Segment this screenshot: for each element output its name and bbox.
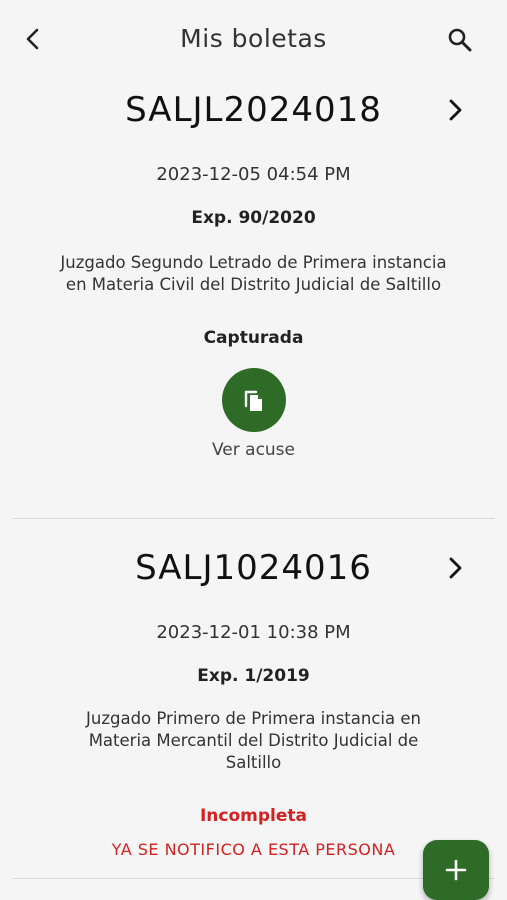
- search-button[interactable]: [444, 24, 476, 56]
- app-bar: Mis boletas: [0, 0, 507, 80]
- page-title: Mis boletas: [180, 24, 327, 53]
- boleta-datetime: 2023-12-01 10:38 PM: [156, 622, 351, 643]
- court-line: en Materia Civil del Distrito Judicial d…: [65, 275, 442, 294]
- boleta-expediente: Exp. 90/2020: [191, 208, 316, 228]
- ver-acuse-button[interactable]: [222, 368, 286, 432]
- boleta-court: Juzgado Segundo Letrado de Primera insta…: [20, 252, 487, 296]
- court-line: Juzgado Segundo Letrado de Primera insta…: [60, 253, 447, 272]
- search-icon: [448, 28, 472, 52]
- divider: [12, 518, 495, 519]
- boleta-card[interactable]: SALJ1024016 2023-12-01 10:38 PM Exp. 1/2…: [0, 520, 507, 880]
- status-label: Incompleta: [199, 806, 308, 826]
- ver-acuse-label[interactable]: Ver acuse: [0, 440, 507, 460]
- boleta-folio: SALJ1024016: [135, 548, 372, 588]
- status-label: Capturada: [203, 328, 304, 348]
- boleta-datetime: 2023-12-05 04:54 PM: [156, 164, 351, 185]
- boleta-court: Juzgado Primero de Primera instancia en …: [20, 708, 487, 774]
- open-boleta-button[interactable]: [444, 556, 468, 580]
- chevron-right-icon: [449, 99, 462, 121]
- open-boleta-button[interactable]: [444, 98, 468, 122]
- plus-icon: [445, 859, 467, 881]
- copy-document-icon: [244, 390, 262, 411]
- boleta-card[interactable]: SALJL2024018 2023-12-05 04:54 PM Exp. 90…: [0, 80, 507, 520]
- court-line: Materia Mercantil del Distrito Judicial …: [88, 731, 419, 750]
- boleta-expediente: Exp. 1/2019: [197, 666, 310, 686]
- add-boleta-button[interactable]: [423, 840, 489, 900]
- chevron-right-icon: [449, 557, 462, 579]
- court-line: Saltillo: [225, 753, 282, 772]
- boleta-folio: SALJL2024018: [125, 90, 382, 130]
- court-line: Juzgado Primero de Primera instancia en: [86, 709, 421, 728]
